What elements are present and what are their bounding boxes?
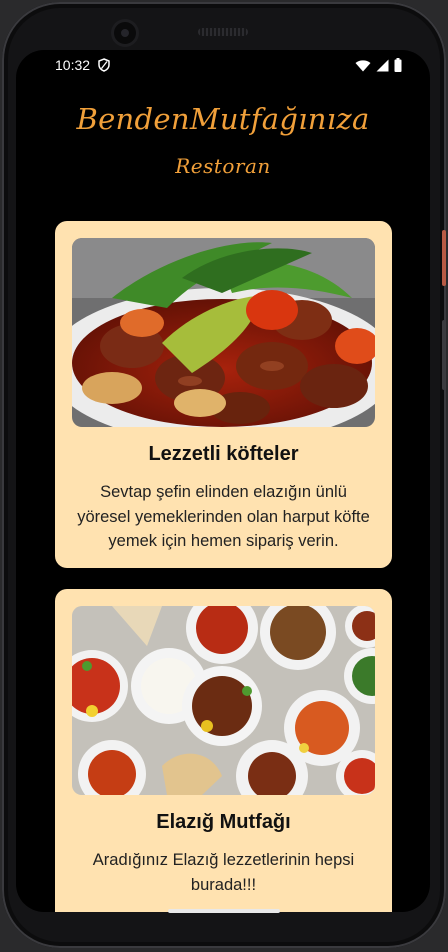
front-camera-icon — [114, 22, 136, 44]
wifi-icon — [355, 59, 371, 71]
power-button[interactable] — [442, 230, 446, 286]
volume-button[interactable] — [442, 320, 446, 390]
status-time: 10:32 — [55, 57, 91, 73]
elazig-food-spread-photo — [72, 606, 375, 795]
status-bar: 10:32 — [16, 50, 430, 80]
app-title: BendenMutfağınıza — [76, 102, 370, 136]
card-title: Elazığ Mutfağı — [156, 811, 291, 833]
gesture-nav-handle[interactable] — [168, 909, 280, 913]
card-title: Lezzetli köfteler — [148, 443, 299, 465]
app-screen: 10:32 BendenMutfağınıza Restoran Lezzetl… — [16, 50, 430, 912]
card-description: Aradığınız Elazığ lezzetlerinin hepsi bu… — [92, 851, 355, 894]
dish-card-kofte[interactable]: Lezzetli köfteler Sevtap şefin elinden e… — [55, 221, 392, 568]
phone-frame: 10:32 BendenMutfağınıza Restoran Lezzetl… — [2, 2, 446, 948]
dish-card-elazig[interactable]: Elazığ Mutfağı Aradığınız Elazığ lezzetl… — [55, 589, 392, 912]
earpiece-speaker — [198, 28, 248, 36]
cellular-signal-icon — [376, 59, 389, 71]
vpn-shield-icon — [98, 58, 110, 72]
meatball-dish-photo — [72, 238, 375, 427]
battery-icon — [394, 58, 402, 72]
app-subtitle: Restoran — [175, 154, 271, 178]
card-description: Sevtap şefin elinden elazığın ünlü yöres… — [77, 483, 370, 550]
status-icons — [355, 58, 402, 72]
